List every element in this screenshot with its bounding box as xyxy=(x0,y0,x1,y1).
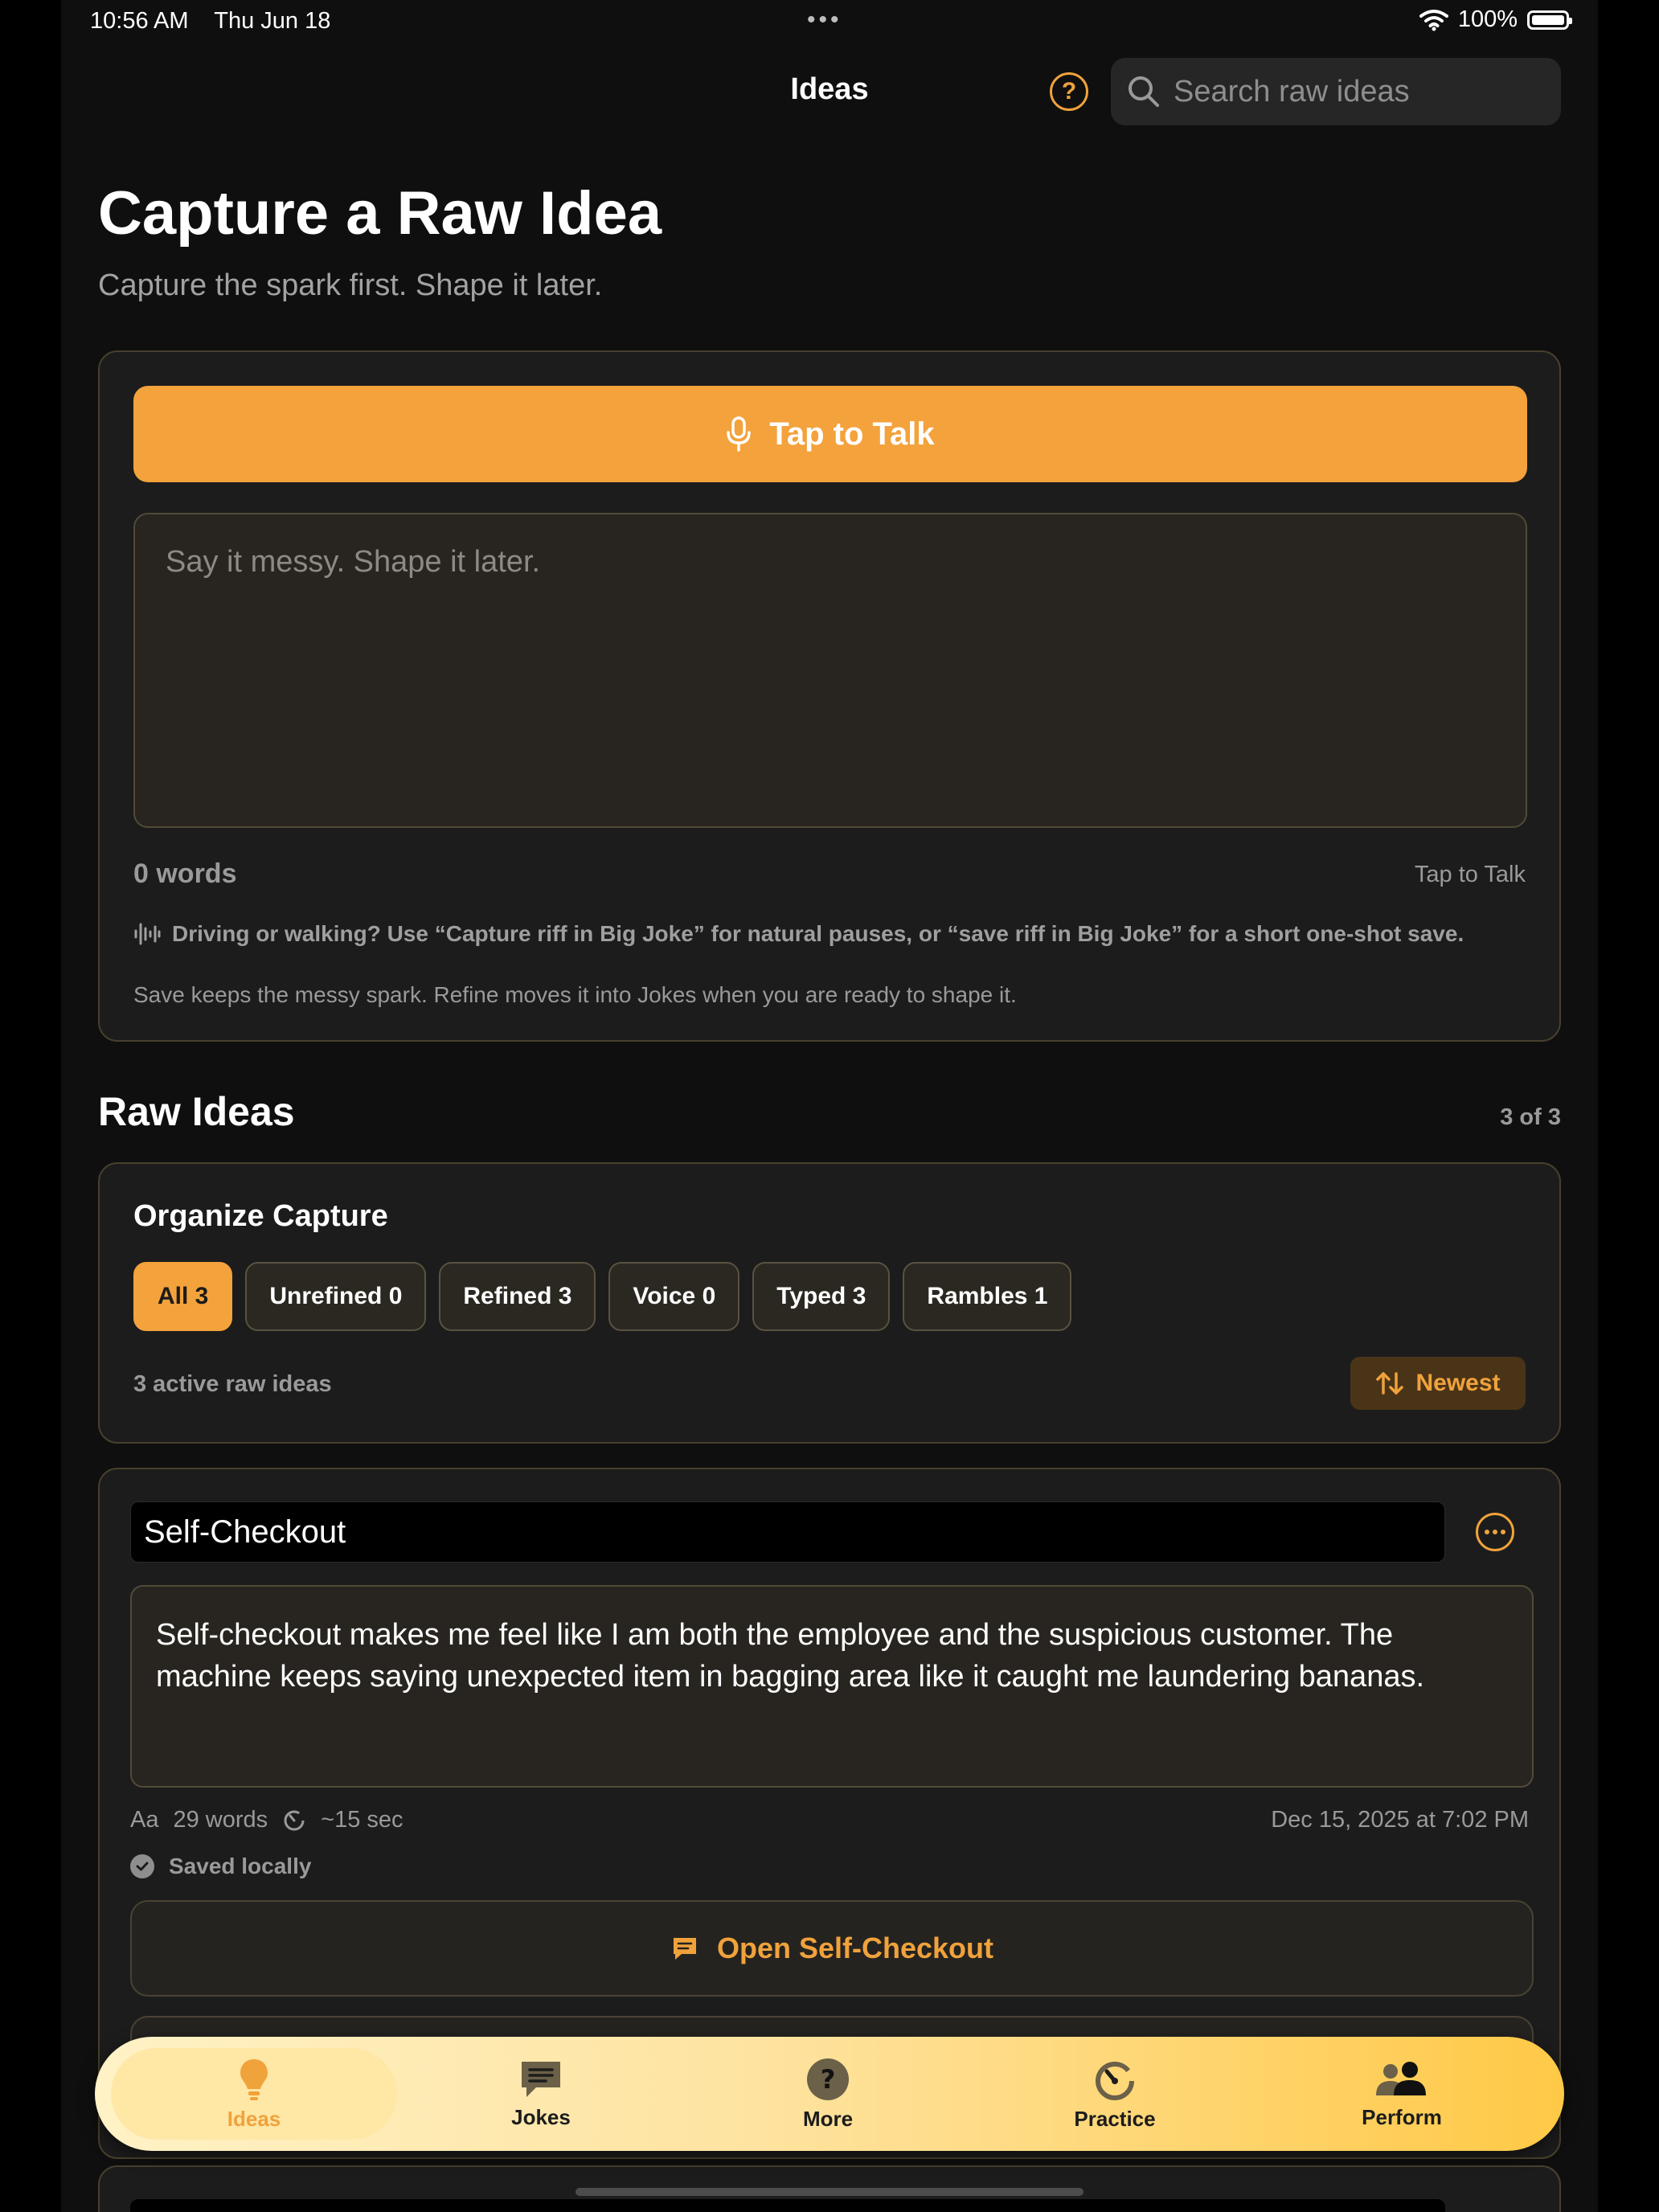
filter-chip-refined[interactable]: Refined 3 xyxy=(439,1262,596,1331)
filter-chip-voice[interactable]: Voice 0 xyxy=(608,1262,740,1331)
tab-bar: Ideas Jokes ? More Practice Perform xyxy=(95,2037,1564,2151)
tab-more-label: More xyxy=(802,2106,854,2131)
voice-tip: Driving or walking? Use “Capture riff in… xyxy=(133,921,1464,947)
app-window: 10:56 AM Thu Jun 18 ••• 100% Ideas ? Cap… xyxy=(61,0,1598,2212)
status-clock: 10:56 AM xyxy=(90,8,189,34)
status-indicators: 100% xyxy=(1419,6,1572,33)
status-date: Thu Jun 18 xyxy=(214,8,331,34)
filter-chip-typed[interactable]: Typed 3 xyxy=(752,1262,891,1331)
tap-to-talk-label: Tap to Talk xyxy=(769,416,935,452)
message-icon xyxy=(522,2061,560,2097)
svg-text:?: ? xyxy=(821,2064,836,2095)
tab-practice[interactable]: Practice xyxy=(972,2048,1258,2140)
raw-ideas-title: Raw Ideas xyxy=(98,1089,295,1134)
filter-chip-rambles[interactable]: Rambles 1 xyxy=(903,1262,1072,1331)
sort-arrows-icon xyxy=(1376,1372,1404,1395)
tab-jokes-label: Jokes xyxy=(511,2104,571,2129)
timer-icon xyxy=(1096,2061,1134,2100)
organize-card: Organize Capture All 3 Unrefined 0 Refin… xyxy=(98,1162,1561,1444)
voice-tip-text: Driving or walking? Use “Capture riff in… xyxy=(172,921,1464,946)
help-icon[interactable]: ? xyxy=(1050,72,1088,111)
tab-perform-label: Perform xyxy=(1362,2104,1442,2129)
open-idea-label: Open Self-Checkout xyxy=(716,1931,994,1964)
timer-icon xyxy=(284,1810,305,1830)
idea-meta: Aa 29 words ~15 sec xyxy=(130,1807,403,1833)
waveform-icon xyxy=(134,923,161,945)
tab-perform[interactable]: Perform xyxy=(1259,2048,1545,2140)
battery-percent: 100% xyxy=(1457,6,1518,32)
word-count: 0 words xyxy=(133,858,237,889)
checkmark-icon xyxy=(130,1854,154,1878)
tab-jokes[interactable]: Jokes xyxy=(398,2048,684,2140)
multitasking-dots-icon[interactable]: ••• xyxy=(807,6,842,34)
people-icon xyxy=(1376,2061,1426,2095)
filter-chip-unrefined[interactable]: Unrefined 0 xyxy=(245,1262,427,1331)
tap-to-talk-button[interactable]: Tap to Talk xyxy=(133,386,1527,482)
tab-ideas[interactable]: Ideas xyxy=(111,2048,397,2140)
wifi-icon xyxy=(1419,9,1448,31)
search-bar[interactable] xyxy=(1111,58,1561,125)
tap-to-talk-link[interactable]: Tap to Talk xyxy=(1415,862,1526,888)
active-ideas-count: 3 active raw ideas xyxy=(133,1371,332,1397)
page-title: Capture a Raw Idea xyxy=(98,179,662,248)
lightbulb-icon xyxy=(240,2058,268,2100)
filter-chips: All 3 Unrefined 0 Refined 3 Voice 0 Type… xyxy=(133,1262,1072,1331)
page-subtitle: Capture the spark first. Shape it later. xyxy=(98,268,603,302)
search-icon xyxy=(1129,76,1159,107)
idea-title-field[interactable] xyxy=(130,1501,1445,1563)
font-size-icon[interactable]: Aa xyxy=(130,1807,158,1833)
tab-ideas-label: Ideas xyxy=(227,2106,281,2131)
battery-icon xyxy=(1527,10,1572,30)
home-indicator[interactable] xyxy=(576,2188,1083,2196)
idea-date: Dec 15, 2025 at 7:02 PM xyxy=(1271,1807,1529,1833)
more-options-icon[interactable] xyxy=(1476,1513,1514,1551)
question-icon: ? xyxy=(807,2058,849,2100)
idea-textarea[interactable] xyxy=(133,513,1527,828)
capture-card: Tap to Talk 0 words Tap to Talk Driving … xyxy=(98,350,1561,1042)
status-time: 10:56 AM Thu Jun 18 xyxy=(90,8,330,35)
filter-chip-all[interactable]: All 3 xyxy=(133,1262,233,1331)
saved-status: Saved locally xyxy=(130,1854,311,1879)
organize-title: Organize Capture xyxy=(133,1199,388,1233)
open-idea-button[interactable]: Open Self-Checkout xyxy=(130,1900,1534,1997)
idea-duration: ~15 sec xyxy=(321,1807,403,1833)
idea-body[interactable]: Self-checkout makes me feel like I am bo… xyxy=(130,1585,1534,1788)
tab-more[interactable]: ? More xyxy=(685,2048,971,2140)
message-icon xyxy=(673,1938,696,1960)
saved-status-label: Saved locally xyxy=(169,1854,312,1878)
search-input[interactable] xyxy=(1172,73,1545,110)
raw-ideas-count: 3 of 3 xyxy=(1500,1104,1561,1130)
capture-note: Save keeps the messy spark. Refine moves… xyxy=(133,982,1017,1007)
microphone-icon xyxy=(727,416,752,452)
idea-word-count: 29 words xyxy=(173,1807,268,1833)
sort-label: Newest xyxy=(1415,1370,1501,1396)
next-idea-title-field[interactable] xyxy=(130,2199,1445,2212)
tab-practice-label: Practice xyxy=(1074,2106,1156,2131)
sort-button[interactable]: Newest xyxy=(1350,1357,1526,1410)
